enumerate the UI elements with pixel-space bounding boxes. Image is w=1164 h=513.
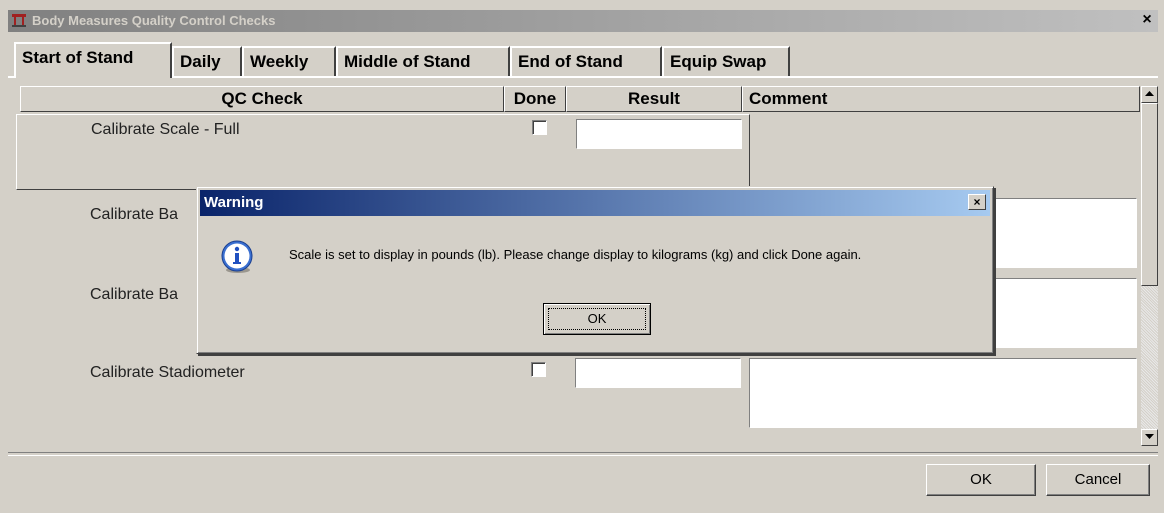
scroll-up-button[interactable]	[1141, 86, 1158, 103]
tab-middle-of-stand[interactable]: Middle of Stand	[336, 46, 510, 76]
tab-daily[interactable]: Daily	[172, 46, 242, 76]
arrow-down-icon	[1145, 434, 1154, 439]
qc-check-label: Calibrate Ba	[90, 206, 179, 223]
table-row: Calibrate Scale - Full	[16, 114, 750, 190]
tab-start-of-stand[interactable]: Start of Stand	[14, 42, 172, 78]
dialog-title: Warning	[204, 194, 264, 211]
dialog-message: Scale is set to display in pounds (lb). …	[289, 247, 862, 262]
dialog-ok-label: OK	[548, 308, 646, 330]
app-icon	[12, 14, 26, 27]
arrow-up-icon	[1145, 91, 1154, 96]
dialog-title-bar[interactable]: Warning ×	[200, 190, 990, 216]
scroll-down-button[interactable]	[1141, 429, 1158, 446]
warning-dialog: Warning × Scale is set to display in pou…	[196, 186, 994, 354]
dialog-ok-button[interactable]: OK	[543, 303, 651, 335]
done-checkbox[interactable]	[531, 362, 546, 377]
tab-equip-swap[interactable]: Equip Swap	[662, 46, 790, 76]
divider	[8, 452, 1158, 456]
scroll-thumb[interactable]	[1141, 103, 1158, 286]
qc-check-label: Calibrate Scale - Full	[91, 121, 240, 138]
window-title-bar[interactable]: Body Measures Quality Control Checks ×	[8, 10, 1158, 32]
result-input[interactable]	[576, 119, 742, 149]
header-qc-check[interactable]: QC Check	[20, 86, 504, 112]
qc-checks-window: Body Measures Quality Control Checks × S…	[0, 0, 1164, 513]
comment-input[interactable]	[749, 358, 1137, 428]
qc-check-label: Calibrate Ba	[90, 286, 179, 303]
done-checkbox[interactable]	[532, 120, 547, 135]
window-title: Body Measures Quality Control Checks	[32, 13, 276, 28]
header-comment[interactable]: Comment	[742, 86, 1140, 112]
result-input[interactable]	[575, 358, 741, 388]
dialog-close-button[interactable]: ×	[968, 194, 986, 210]
info-icon	[221, 240, 253, 273]
tab-end-of-stand[interactable]: End of Stand	[510, 46, 662, 76]
cancel-button[interactable]: Cancel	[1046, 464, 1150, 496]
header-result[interactable]: Result	[566, 86, 742, 112]
header-done[interactable]: Done	[504, 86, 566, 112]
qc-check-label: Calibrate Stadiometer	[90, 364, 245, 381]
ok-button[interactable]: OK	[926, 464, 1036, 496]
vertical-scrollbar[interactable]	[1141, 86, 1158, 446]
window-close-button[interactable]: ×	[1138, 11, 1156, 29]
table-row: Calibrate Stadiometer	[16, 354, 1140, 432]
tab-weekly[interactable]: Weekly	[242, 46, 336, 76]
